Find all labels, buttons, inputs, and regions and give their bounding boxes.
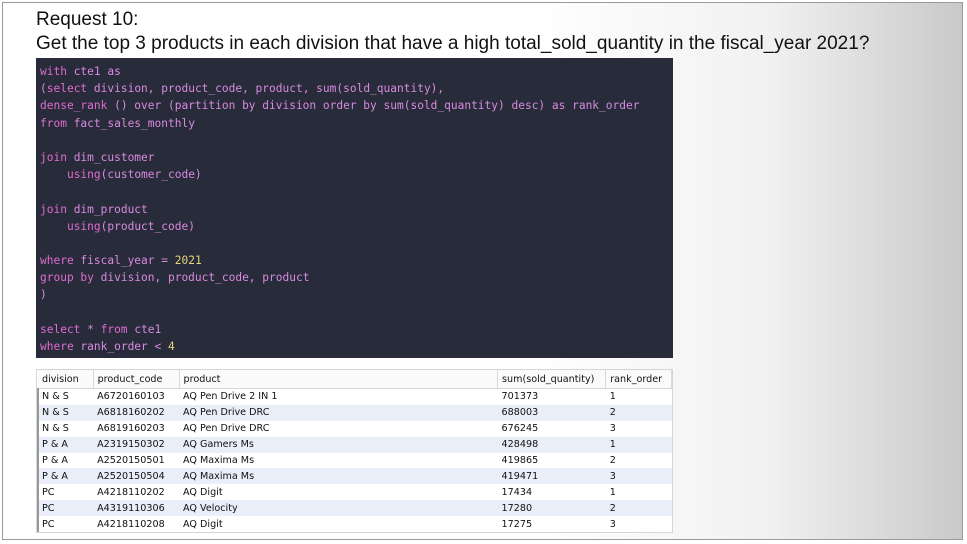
code-line-1: with cte1 as: [40, 65, 121, 78]
table-row[interactable]: N & S A6818160202 AQ Pen Drive DRC 68800…: [37, 404, 672, 421]
cell-rank-order[interactable]: 1: [605, 388, 672, 405]
code-line-7: using(customer_code): [66, 168, 202, 182]
code-line-4: from fact_sales_monthly: [40, 116, 195, 130]
table-row[interactable]: P & A A2520150501 AQ Maxima Ms 419865 2: [37, 452, 672, 469]
cell-sum-sold-quantity[interactable]: 701373: [497, 388, 606, 405]
cell-rank-order[interactable]: 2: [605, 404, 672, 421]
cell-sum-sold-quantity[interactable]: 419865: [497, 452, 606, 469]
cell-division[interactable]: P & A: [37, 468, 94, 485]
column-header-division[interactable]: division: [38, 370, 94, 389]
result-table: division product_code product sum(sold_q…: [37, 370, 672, 532]
cell-rank-order[interactable]: 1: [605, 484, 672, 501]
cell-product[interactable]: AQ Pen Drive 2 IN 1: [179, 388, 498, 405]
code-line-14: ): [40, 288, 47, 302]
cell-sum-sold-quantity[interactable]: 676245: [497, 420, 606, 437]
cell-rank-order[interactable]: 2: [605, 500, 672, 517]
cell-product[interactable]: AQ Gamers Ms: [179, 436, 498, 453]
table-row[interactable]: PC A4218110202 AQ Digit 17434 1: [37, 484, 672, 501]
column-header-sum-sold-quantity[interactable]: sum(sold_quantity): [497, 370, 607, 389]
cell-product[interactable]: AQ Velocity: [179, 500, 498, 517]
table-row[interactable]: P & A A2319150302 AQ Gamers Ms 428498 1: [37, 436, 672, 453]
cell-product-code[interactable]: A2520150501: [93, 452, 180, 469]
table-row[interactable]: PC A4319110306 AQ Velocity 17280 2: [37, 500, 672, 517]
cell-division[interactable]: PC: [37, 484, 94, 501]
cell-division[interactable]: P & A: [37, 436, 94, 453]
cell-sum-sold-quantity[interactable]: 17280: [497, 500, 606, 517]
cell-product-code[interactable]: A6818160202: [93, 404, 180, 421]
cell-division[interactable]: N & S: [37, 420, 94, 437]
slide-question: Get the top 3 products in each division …: [36, 33, 870, 54]
cell-sum-sold-quantity[interactable]: 17434: [497, 484, 606, 501]
code-line-13: group by division, product_code, product: [40, 271, 310, 285]
cell-product-code[interactable]: A4319110306: [93, 500, 180, 517]
sql-code-panel: with cte1 as (select division, product_c…: [36, 58, 673, 358]
cell-sum-sold-quantity[interactable]: 688003: [497, 404, 606, 421]
cell-division[interactable]: N & S: [37, 404, 94, 421]
table-row[interactable]: N & S A6720160103 AQ Pen Drive 2 IN 1 70…: [37, 388, 672, 405]
table-row[interactable]: N & S A6819160203 AQ Pen Drive DRC 67624…: [37, 420, 672, 437]
cell-rank-order[interactable]: 1: [605, 436, 672, 453]
table-row[interactable]: P & A A2520150504 AQ Maxima Ms 419471 3: [37, 468, 672, 485]
cell-sum-sold-quantity[interactable]: 17275: [497, 516, 606, 532]
cell-rank-order[interactable]: 3: [605, 516, 672, 532]
cell-product[interactable]: AQ Maxima Ms: [179, 452, 498, 469]
code-line-17: where rank_order < 4: [40, 340, 175, 353]
cell-product-code[interactable]: A4218110202: [93, 484, 180, 501]
slide-title: Request 10:: [36, 9, 139, 30]
cell-product[interactable]: AQ Digit: [179, 484, 498, 501]
cell-product-code[interactable]: A4218110208: [93, 516, 180, 532]
result-grid: division product_code product sum(sold_q…: [36, 369, 673, 533]
table-row[interactable]: PC A4218110208 AQ Digit 17275 3: [37, 516, 672, 532]
code-line-12: where fiscal_year = 2021: [40, 254, 202, 268]
cell-division[interactable]: P & A: [37, 452, 94, 469]
cell-product[interactable]: AQ Digit: [179, 516, 498, 532]
column-header-rank-order[interactable]: rank_order: [605, 370, 672, 389]
cell-sum-sold-quantity[interactable]: 419471: [497, 468, 606, 485]
code-line-10: using(product_code): [66, 219, 195, 233]
cell-rank-order[interactable]: 2: [605, 452, 672, 469]
cell-product[interactable]: AQ Maxima Ms: [179, 468, 498, 485]
column-header-product-code[interactable]: product_code: [93, 370, 180, 389]
cell-product-code[interactable]: A6819160203: [93, 420, 180, 437]
cell-product-code[interactable]: A2319150302: [93, 436, 180, 453]
cell-division[interactable]: N & S: [37, 388, 94, 405]
cell-division[interactable]: PC: [37, 500, 94, 517]
cell-product[interactable]: AQ Pen Drive DRC: [179, 420, 498, 437]
cell-product-code[interactable]: A2520150504: [93, 468, 180, 485]
code-line-2: (select division, product_code, product,…: [40, 82, 445, 96]
cell-product-code[interactable]: A6720160103: [93, 388, 180, 405]
code-line-9: join dim_product: [40, 202, 148, 216]
code-line-16: select * from cte1: [40, 322, 162, 336]
cell-product[interactable]: AQ Pen Drive DRC: [179, 404, 498, 421]
code-line-6: join dim_customer: [40, 150, 155, 164]
column-header-product[interactable]: product: [179, 370, 499, 389]
code-line-3: dense_rank () over (partition by divisio…: [40, 99, 640, 113]
cell-sum-sold-quantity[interactable]: 428498: [497, 436, 606, 453]
table-header-row: division product_code product sum(sold_q…: [38, 370, 672, 389]
cell-division[interactable]: PC: [37, 516, 94, 532]
cell-rank-order[interactable]: 3: [605, 468, 672, 485]
cell-rank-order[interactable]: 3: [605, 420, 672, 437]
